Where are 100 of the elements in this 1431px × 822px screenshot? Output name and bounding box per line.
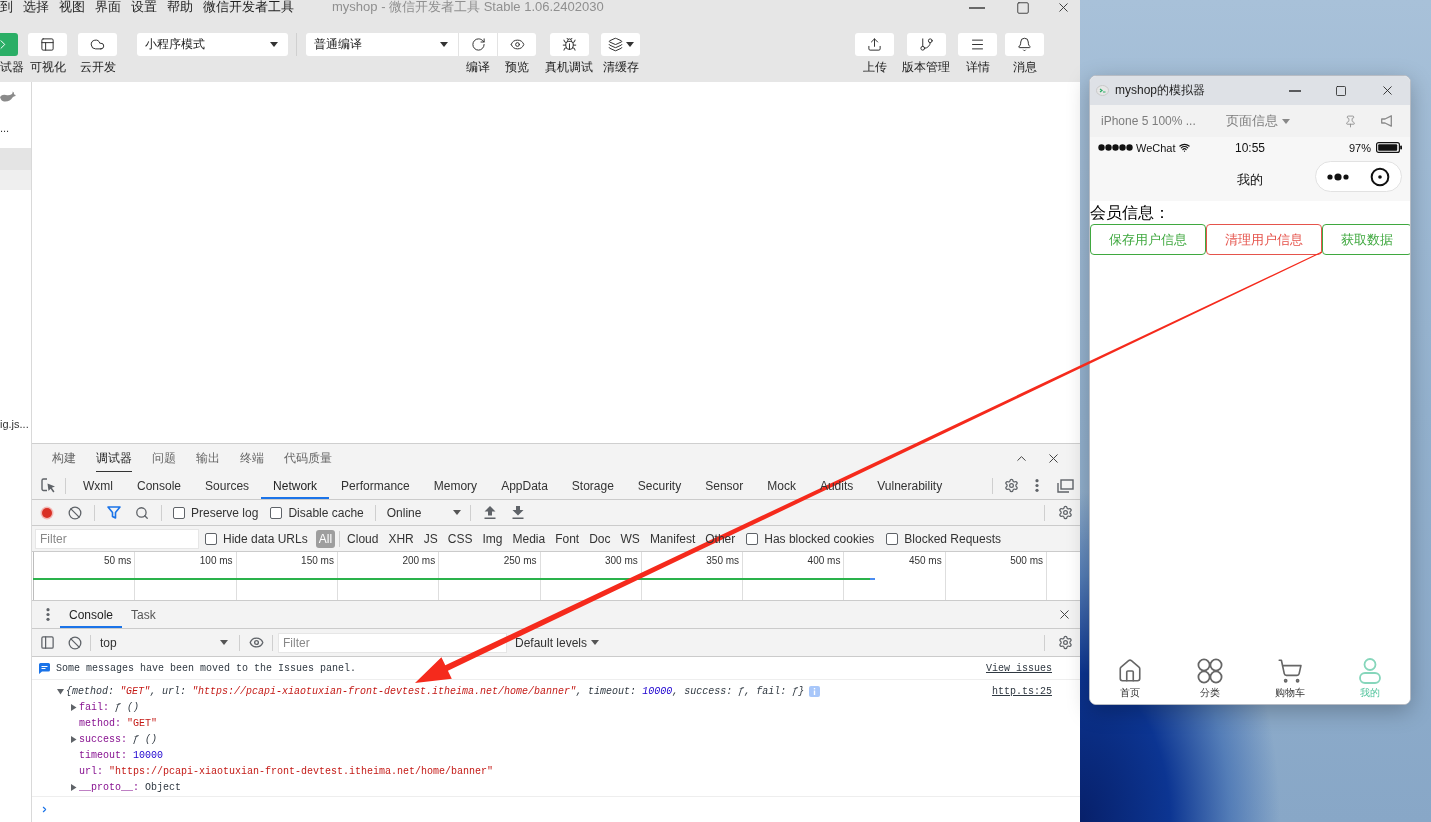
type-filter[interactable]: Cloud bbox=[344, 529, 382, 548]
menu-item[interactable]: 微信开发者工具 bbox=[203, 0, 294, 14]
caret-icon bbox=[625, 42, 634, 47]
tick-label: 300 ms bbox=[605, 555, 638, 567]
collapsed-arrow-icon[interactable] bbox=[70, 703, 77, 711]
devtools-tab[interactable]: Wxml bbox=[71, 472, 125, 499]
panel-tab[interactable]: 输出 bbox=[186, 444, 230, 472]
drawer-tab[interactable]: Task bbox=[122, 601, 165, 628]
menu-item[interactable]: 选择 bbox=[23, 0, 49, 14]
devtools-tab[interactable]: Security bbox=[625, 472, 694, 499]
mode-select[interactable]: 小程序模式 bbox=[137, 33, 288, 56]
type-filter[interactable]: XHR bbox=[385, 529, 417, 548]
tab-bar-item[interactable]: 首页 bbox=[1090, 654, 1170, 704]
type-filter[interactable]: CSS bbox=[444, 529, 476, 548]
toolbar-button[interactable] bbox=[78, 33, 117, 56]
wifi-icon bbox=[1178, 142, 1190, 153]
toolbar-button[interactable] bbox=[549, 33, 589, 56]
devtools-tab[interactable]: Console bbox=[125, 472, 194, 499]
checkbox[interactable] bbox=[746, 532, 759, 545]
compile-select[interactable]: 普通编译 bbox=[306, 33, 458, 56]
close-mini-program-button[interactable] bbox=[1370, 166, 1391, 187]
checkbox-label: Hide data URLs bbox=[223, 531, 308, 546]
eye-icon bbox=[509, 37, 525, 52]
expanded-arrow-icon[interactable] bbox=[57, 687, 64, 695]
page-button[interactable]: 清理用户信息 bbox=[1206, 224, 1322, 255]
upload-icon bbox=[867, 37, 882, 52]
filter-field[interactable]: Filter bbox=[35, 528, 199, 549]
more-dots-icon bbox=[1326, 172, 1349, 181]
toolbar-button[interactable] bbox=[601, 33, 640, 56]
source-link[interactable]: http.ts:25 bbox=[992, 685, 1052, 697]
levels-select[interactable]: Default levels bbox=[511, 632, 604, 653]
checkbox[interactable] bbox=[270, 506, 283, 519]
object-summary[interactable]: {method: "GET", url: "https://pcapi-xiaotuxian-front-devtest.itheima.net/home/banner", timeout: 10000, success: ƒ, fail: ƒ} bbox=[66, 685, 805, 697]
panel-tab[interactable]: 问题 bbox=[142, 444, 186, 472]
tab-bar-item[interactable]: 购物车 bbox=[1250, 654, 1330, 704]
page-info-button[interactable]: 页面信息 bbox=[1226, 112, 1290, 130]
filter-field[interactable]: Filter bbox=[278, 632, 507, 653]
console-message: Some messages have been moved to the Issues panel. bbox=[56, 662, 357, 674]
type-filter[interactable]: Doc bbox=[586, 529, 614, 548]
object-property[interactable]: success: ƒ () bbox=[79, 733, 158, 745]
house-icon bbox=[1117, 658, 1143, 684]
bell-icon bbox=[1017, 37, 1032, 52]
object-property[interactable]: __proto__: Object bbox=[79, 781, 182, 793]
menu-item[interactable]: 设置 bbox=[131, 0, 157, 14]
more-button[interactable] bbox=[1326, 172, 1349, 181]
toolbar-label: 真机调试 bbox=[545, 60, 593, 74]
checkbox[interactable] bbox=[173, 506, 185, 519]
battery-icon bbox=[1376, 142, 1402, 153]
tick-label: 500 ms bbox=[1010, 555, 1043, 567]
device-label[interactable]: iPhone 5 100% ... bbox=[1090, 114, 1226, 128]
menu-icon bbox=[970, 37, 985, 52]
type-filter[interactable]: Media bbox=[509, 529, 549, 548]
menu-item[interactable]: 到 bbox=[0, 0, 13, 14]
devtools-tab[interactable]: Vulnerability bbox=[865, 472, 955, 499]
type-filter[interactable]: Font bbox=[552, 529, 583, 548]
file-name[interactable]: ... bbox=[0, 121, 10, 135]
window-title: myshop - 微信开发者工具 Stable 1.06.2402030 bbox=[332, 0, 604, 14]
info-icon bbox=[809, 685, 821, 697]
toolbar-label: 编译 bbox=[465, 60, 490, 74]
tab-bar-item[interactable]: 分类 bbox=[1170, 654, 1250, 704]
minimize-icon bbox=[969, 6, 985, 9]
collapsed-arrow-icon[interactable] bbox=[70, 735, 77, 743]
toolbar-label: 可视化 bbox=[29, 60, 66, 74]
devtools-tab[interactable]: Sources bbox=[193, 472, 262, 499]
panel-tab[interactable]: 终端 bbox=[230, 444, 274, 472]
toolbar-button[interactable] bbox=[906, 33, 946, 56]
collapsed-arrow-icon[interactable] bbox=[70, 783, 77, 791]
type-filter[interactable]: Manifest bbox=[646, 529, 699, 548]
object-property[interactable]: fail: ƒ () bbox=[79, 701, 140, 713]
devtools-tab[interactable]: Storage bbox=[559, 472, 626, 499]
type-filter[interactable]: Img bbox=[479, 529, 506, 548]
devtools-tab[interactable]: Mock bbox=[755, 472, 808, 499]
menu-item[interactable]: 帮助 bbox=[167, 0, 193, 14]
type-filter[interactable]: WS bbox=[617, 529, 643, 548]
throttling-select[interactable]: Online bbox=[380, 502, 465, 523]
file-name[interactable]: ig.js... bbox=[0, 417, 29, 431]
caret-icon bbox=[220, 640, 228, 645]
devtools-tab[interactable]: Memory bbox=[421, 472, 490, 499]
target-icon bbox=[1370, 166, 1391, 187]
search-icon bbox=[135, 505, 149, 520]
tick-label: 250 ms bbox=[503, 555, 537, 567]
type-filter[interactable]: JS bbox=[420, 529, 441, 548]
devtools-tab[interactable]: AppData bbox=[489, 472, 560, 499]
panel-tab[interactable]: 构建 bbox=[42, 444, 86, 472]
menu-item[interactable]: 界面 bbox=[95, 0, 121, 14]
toolbar-button[interactable] bbox=[1005, 33, 1044, 56]
devtools-tab[interactable]: Sensor bbox=[693, 472, 756, 499]
menu-item[interactable]: 视图 bbox=[59, 0, 85, 14]
checkbox[interactable] bbox=[205, 532, 217, 545]
object-property: method: "GET" bbox=[79, 717, 158, 729]
checkbox[interactable] bbox=[886, 532, 899, 545]
toolbar-button[interactable] bbox=[497, 33, 536, 56]
toolbar-button[interactable] bbox=[28, 33, 67, 56]
context-select[interactable]: top bbox=[92, 632, 234, 653]
devtools-tab[interactable]: Performance bbox=[329, 472, 422, 499]
tick-label: 100 ms bbox=[199, 555, 233, 567]
toolbar-label: 消息 bbox=[1012, 60, 1037, 74]
view-issues-link[interactable]: View issues bbox=[986, 662, 1052, 674]
message-icon bbox=[39, 662, 50, 674]
panel-tab[interactable]: 代码质量 bbox=[274, 444, 342, 472]
